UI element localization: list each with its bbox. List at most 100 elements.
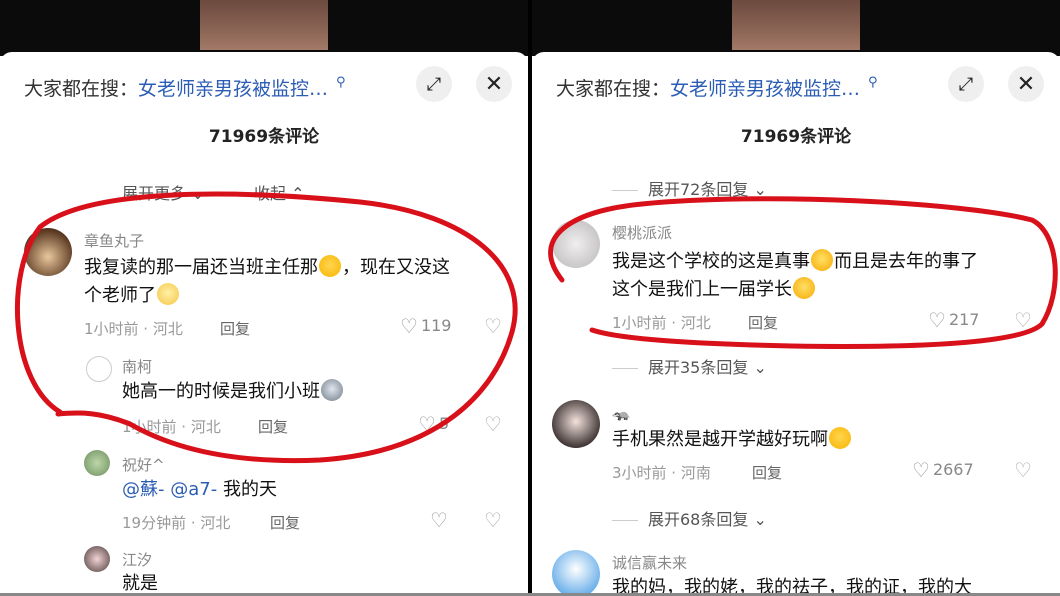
- comment-text-part: 我是这个学校的这是真事: [612, 251, 810, 272]
- like-button[interactable]: ♡ 2667: [912, 458, 974, 482]
- broken-heart-icon[interactable]: ♡: [484, 314, 502, 338]
- expand-more-link[interactable]: 展开更多 ⌄: [122, 180, 205, 204]
- comment-username[interactable]: 祝好^: [122, 454, 165, 475]
- like-count: 217: [948, 310, 980, 329]
- comment-sheet: 大家都在搜： 女老师亲男孩被监控… ⚲ ⤢ ✕ 71969条评论 展开72条回复…: [532, 52, 1060, 596]
- search-icon[interactable]: ⚲: [336, 75, 346, 90]
- like-button[interactable]: ♡: [430, 508, 451, 532]
- divider: [612, 520, 638, 521]
- comment-username[interactable]: 诚信赢未来: [612, 552, 687, 573]
- comment-text-part: 我复读的那一届还当班主任那: [84, 257, 318, 278]
- heart-icon: ♡: [430, 508, 448, 532]
- close-icon: ✕: [1016, 71, 1036, 97]
- expand-replies-link[interactable]: 展开68条回复 ⌄: [612, 506, 767, 530]
- avatar[interactable]: [86, 356, 112, 382]
- right-screenshot-panel: 大家都在搜： 女老师亲男孩被监控… ⚲ ⤢ ✕ 71969条评论 展开72条回复…: [532, 0, 1060, 596]
- divider: [612, 368, 638, 369]
- comment-text-part: 这个是我们上一届学长: [612, 279, 792, 300]
- expand-replies-label: 展开35条回复: [648, 358, 749, 377]
- chevron-down-icon: ⌄: [186, 184, 205, 203]
- comment-text-part: 手机果然是越开学越好玩啊: [612, 429, 828, 450]
- expand-icon: ⤢: [958, 73, 974, 95]
- dog-emoji-icon: [321, 379, 343, 401]
- collapse-link[interactable]: 收起 ⌃: [254, 180, 305, 204]
- search-query-link[interactable]: 女老师亲男孩被监控…: [670, 74, 860, 101]
- expand-replies-label: 展开72条回复: [648, 180, 749, 199]
- comment-username[interactable]: 章鱼丸子: [84, 230, 144, 251]
- avatar[interactable]: [24, 228, 72, 276]
- comment-username[interactable]: 樱桃派派: [612, 222, 672, 243]
- crying-emoji-icon: [319, 255, 341, 277]
- expand-button[interactable]: ⤢: [948, 66, 984, 102]
- comment-count: 71969条评论: [208, 127, 320, 147]
- collapse-label: 收起: [254, 184, 287, 203]
- crying-emoji-icon: [829, 427, 851, 449]
- like-count: 5: [438, 414, 450, 433]
- comment-meta: 3小时前 · 河南: [612, 464, 711, 482]
- video-thumbnail: [200, 0, 328, 50]
- reply-button[interactable]: 回复: [752, 462, 782, 483]
- search-icon[interactable]: ⚲: [868, 75, 878, 90]
- heart-icon: ♡: [912, 458, 930, 482]
- expand-replies-link[interactable]: 展开72条回复 ⌄: [612, 176, 767, 200]
- heart-icon: ♡: [418, 412, 436, 436]
- video-area[interactable]: [0, 0, 528, 56]
- broken-heart-icon[interactable]: ♡: [1014, 458, 1032, 482]
- comment-text-part: 而且是去年的事了: [834, 251, 978, 272]
- close-button[interactable]: ✕: [476, 66, 512, 102]
- comment-text: 手机果然是越开学越好玩啊: [612, 426, 1052, 454]
- mention-link[interactable]: @蘇-: [122, 479, 165, 500]
- video-thumbnail: [732, 0, 860, 50]
- comment-text: 我是这个学校的这是真事 而且是去年的事了 这个是我们上一届学长: [612, 248, 1052, 304]
- comment-text-part: 她高一的时候是我们小班: [122, 381, 320, 402]
- comment-username[interactable]: 江汐: [122, 549, 152, 570]
- laughing-emoji-icon: [793, 277, 815, 299]
- like-button[interactable]: ♡ 5: [418, 412, 449, 436]
- comment-meta: 1小时前 · 河北: [612, 314, 711, 332]
- broken-heart-icon[interactable]: ♡: [1014, 308, 1032, 332]
- avatar[interactable]: [552, 550, 600, 596]
- comment-meta: 1小时前 · 河北: [84, 320, 183, 338]
- comment-username[interactable]: 南柯: [122, 356, 152, 377]
- comment-sheet: 大家都在搜： 女老师亲男孩被监控… ⚲ ⤢ ✕ 71969条评论 展开更多 ⌄ …: [0, 52, 528, 596]
- comment-count: 71969条评论: [740, 127, 852, 147]
- avatar[interactable]: [84, 546, 110, 572]
- comment-meta: 1小时前 · 河北: [122, 418, 221, 436]
- broken-heart-icon[interactable]: ♡: [484, 412, 502, 436]
- like-button[interactable]: ♡ 119: [400, 314, 451, 338]
- reply-button[interactable]: 回复: [748, 312, 778, 333]
- avatar[interactable]: [84, 450, 110, 476]
- expand-icon: ⤢: [426, 73, 442, 95]
- like-button[interactable]: ♡ 217: [928, 308, 979, 332]
- like-count: 119: [420, 316, 452, 335]
- comment-meta: 19分钟前 · 河北: [122, 514, 231, 532]
- broken-heart-icon[interactable]: ♡: [484, 508, 502, 532]
- chevron-down-icon: ⌄: [748, 180, 767, 199]
- heart-icon: ♡: [928, 308, 946, 332]
- divider: [612, 190, 638, 191]
- search-prefix: 大家都在搜：: [556, 77, 671, 100]
- expand-replies-link[interactable]: 展开35条回复 ⌄: [612, 354, 767, 378]
- expand-button[interactable]: ⤢: [416, 66, 452, 102]
- close-button[interactable]: ✕: [1008, 66, 1044, 102]
- reply-button[interactable]: 回复: [270, 512, 300, 533]
- comment-text-part: 个老师了: [84, 285, 156, 306]
- left-screenshot-panel: 大家都在搜： 女老师亲男孩被监控… ⚲ ⤢ ✕ 71969条评论 展开更多 ⌄ …: [0, 0, 528, 596]
- search-query-link[interactable]: 女老师亲男孩被监控…: [138, 74, 328, 101]
- expand-replies-label: 展开68条回复: [648, 510, 749, 529]
- comment-text: 我复读的那一届还当班主任那 ，现在又没这 个老师了: [84, 254, 514, 310]
- laughing-emoji-icon: [811, 249, 833, 271]
- avatar[interactable]: [552, 400, 600, 448]
- comment-text: @蘇- @a7- 我的天: [122, 476, 512, 504]
- badger-icon[interactable]: 🦡: [612, 404, 631, 422]
- reply-button[interactable]: 回复: [220, 318, 250, 339]
- comment-text: 她高一的时候是我们小班: [122, 378, 512, 406]
- reply-button[interactable]: 回复: [258, 416, 288, 437]
- heart-icon: ♡: [400, 314, 418, 338]
- video-area[interactable]: [532, 0, 1060, 56]
- avatar[interactable]: [552, 220, 600, 268]
- close-icon: ✕: [484, 71, 504, 97]
- expand-more-label: 展开更多: [122, 184, 187, 203]
- chevron-down-icon: ⌄: [748, 510, 767, 529]
- mention-link[interactable]: @a7-: [170, 479, 217, 500]
